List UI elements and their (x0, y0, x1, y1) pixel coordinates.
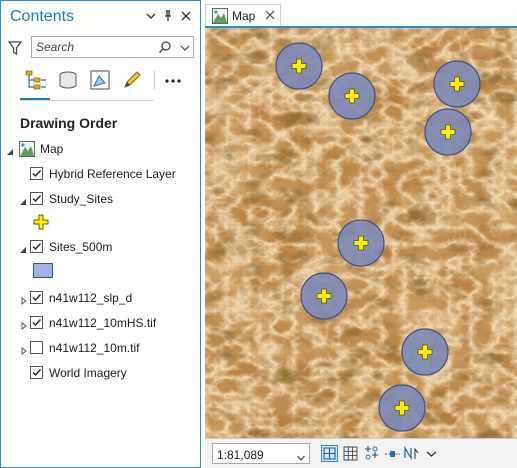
layer-label: n41w112_slp_d (49, 291, 133, 305)
yellow-cross-symbol-icon[interactable] (33, 214, 49, 230)
close-tab-icon[interactable] (264, 8, 276, 24)
pane-title: Contents (10, 8, 75, 25)
layer-label: Hybrid Reference Layer (49, 167, 176, 181)
chevron-down-icon[interactable] (297, 451, 305, 461)
layer-label: n41w112_10mHS.tif (49, 316, 157, 330)
grid-icon[interactable] (342, 445, 359, 462)
filter-icon[interactable] (7, 40, 23, 56)
scale-selector[interactable]: 1:81,089 (212, 443, 310, 464)
snapping-icon[interactable] (363, 445, 380, 462)
layer-label: n41w112_10m.tif (49, 341, 140, 355)
layer-row-world-imagery[interactable]: World Imagery (1, 363, 200, 383)
layer-visibility-checkbox[interactable] (30, 192, 43, 205)
collapse-icon[interactable] (19, 195, 27, 205)
collapse-icon[interactable] (6, 145, 14, 155)
expand-icon[interactable] (20, 319, 28, 330)
list-by-editing-icon[interactable] (121, 69, 143, 91)
layer-visibility-checkbox[interactable] (30, 316, 43, 329)
map-status-bar: 1:81,089 (205, 438, 517, 468)
layer-row-study-sites[interactable]: Study_Sites (1, 189, 200, 209)
layer-row-hillshade[interactable]: n41w112_10mHS.tif (1, 313, 200, 333)
toolbar-separator (154, 71, 155, 89)
layer-label: Map (40, 142, 64, 156)
map-grid-toggle-icon[interactable] (321, 445, 338, 462)
expand-icon[interactable] (20, 344, 28, 355)
layer-row-map[interactable]: Map (1, 139, 200, 159)
expand-icon[interactable] (20, 294, 28, 305)
search-box (31, 36, 194, 58)
north-arrow-icon[interactable] (403, 445, 420, 462)
layer-label: Sites_500m (49, 240, 113, 254)
blue-polygon-symbol-icon[interactable] (33, 263, 53, 278)
layer-row-dem[interactable]: n41w112_10m.tif (1, 338, 200, 358)
drawing-order-heading: Drawing Order (20, 115, 118, 131)
layer-label: Study_Sites (49, 192, 114, 206)
tab-map[interactable]: Map (205, 4, 281, 26)
close-pane-icon[interactable] (179, 9, 193, 23)
map-view[interactable] (205, 26, 517, 438)
collapse-icon[interactable] (19, 243, 27, 253)
layer-row-sites-500m[interactable]: Sites_500m (1, 237, 200, 257)
list-by-data-source-icon[interactable] (57, 69, 79, 91)
more-options-icon[interactable] (164, 71, 182, 89)
toolbar-divider (20, 100, 154, 101)
search-icon[interactable] (158, 40, 172, 54)
contents-pane: Contents Search Drawing Order Map Hybrid… (0, 0, 201, 468)
layer-visibility-checkbox[interactable] (30, 240, 43, 253)
status-chevron-down-icon[interactable] (423, 445, 440, 462)
layer-row-hybrid-reference[interactable]: Hybrid Reference Layer (1, 164, 200, 184)
terrain-map[interactable] (205, 28, 517, 438)
layer-label: World Imagery (49, 366, 127, 380)
layer-row-slope[interactable]: n41w112_slp_d (1, 288, 200, 308)
layer-visibility-checkbox[interactable] (30, 341, 43, 354)
pin-icon[interactable] (161, 9, 175, 23)
layer-visibility-checkbox[interactable] (30, 167, 43, 180)
tab-label: Map (232, 9, 256, 23)
pane-options-chevron-icon[interactable] (144, 9, 158, 23)
layer-visibility-checkbox[interactable] (30, 366, 43, 379)
map-icon (212, 8, 228, 24)
scale-value: 1:81,089 (217, 448, 264, 462)
layer-visibility-checkbox[interactable] (30, 291, 43, 304)
constraints-icon[interactable] (384, 445, 401, 462)
list-by-drawing-order-icon[interactable] (25, 69, 47, 91)
map-icon (19, 141, 35, 157)
search-dropdown-chevron-icon[interactable] (180, 42, 190, 52)
list-by-selection-icon[interactable] (89, 69, 111, 91)
contents-header: Contents (1, 1, 200, 31)
search-input[interactable] (36, 40, 154, 54)
